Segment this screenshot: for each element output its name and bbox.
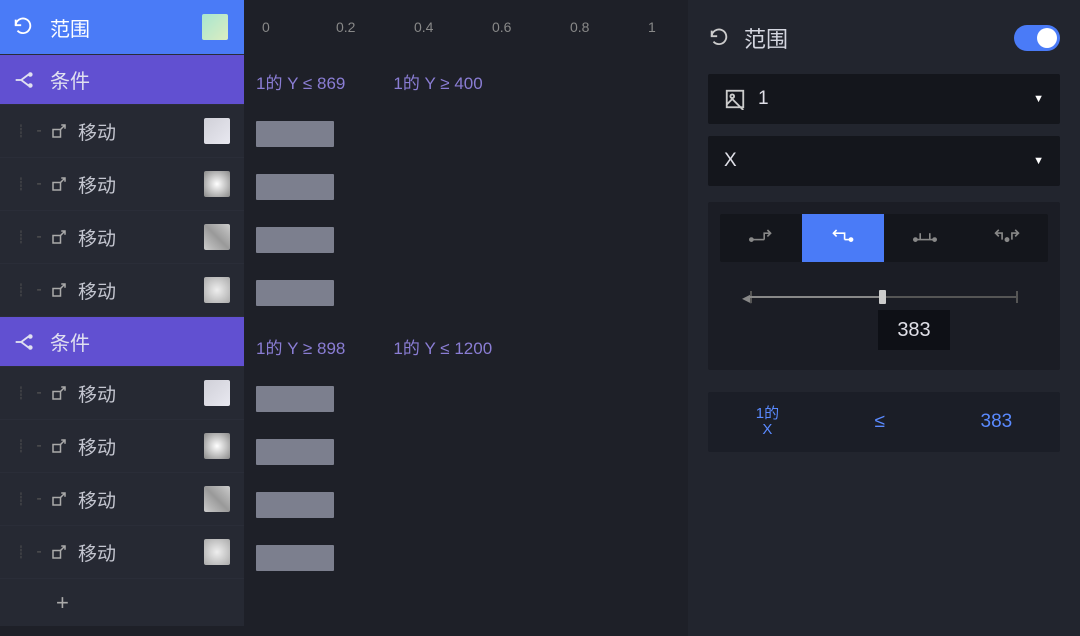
timeline-panel: 0 0.2 0.4 0.6 0.8 1 1的 Y ≤ 869 1的 Y ≥ 40… bbox=[244, 0, 688, 636]
move-label: 移动 bbox=[78, 277, 116, 304]
move-icon bbox=[50, 384, 68, 402]
tick: 1 bbox=[648, 19, 656, 35]
timeline-row[interactable] bbox=[244, 213, 688, 266]
timeline-bar[interactable] bbox=[256, 439, 334, 465]
tick: 0.4 bbox=[414, 19, 433, 35]
expr: 1的 Y ≤ 1200 bbox=[393, 334, 492, 359]
move-icon bbox=[50, 543, 68, 561]
timeline-row[interactable] bbox=[244, 425, 688, 478]
move-row[interactable]: ┊-移动 bbox=[0, 366, 244, 419]
timeline-row[interactable] bbox=[244, 266, 688, 319]
move-label: 移动 bbox=[78, 118, 116, 145]
chevron-down-icon: ▼ bbox=[1033, 93, 1044, 105]
range-label: 范围 bbox=[50, 13, 90, 42]
move-thumb bbox=[204, 433, 230, 459]
readout-term: 1的 X bbox=[756, 406, 779, 439]
tick: 0.2 bbox=[336, 19, 355, 35]
move-icon bbox=[50, 437, 68, 455]
axis-select[interactable]: X ▼ bbox=[708, 136, 1060, 186]
plus-icon: + bbox=[56, 590, 69, 616]
properties-panel: 范围 1 ▼ X ▼ bbox=[688, 0, 1080, 636]
timeline-bar[interactable] bbox=[256, 492, 334, 518]
condition-expression: 1的 Y ≤ 869 1的 Y ≥ 400 bbox=[244, 54, 688, 107]
move-icon bbox=[50, 228, 68, 246]
direction-tabs bbox=[720, 214, 1048, 262]
condition-header[interactable]: 条件 bbox=[0, 316, 244, 366]
tree-panel: 范围 条件 ┊-移动 ┊-移动 ┊-移动 ┊-移动 条件 ┊-移动 ┊-移动 ┊… bbox=[0, 0, 244, 636]
timeline-row[interactable] bbox=[244, 531, 688, 584]
tab-both[interactable] bbox=[884, 214, 966, 262]
expression-readout: 1的 X ≤ 383 bbox=[708, 392, 1060, 452]
range-icon bbox=[708, 27, 730, 49]
tick: 0.8 bbox=[570, 19, 589, 35]
move-icon bbox=[50, 490, 68, 508]
direction-section: ◀ 383 bbox=[708, 202, 1060, 370]
expr: 1的 Y ≥ 898 bbox=[256, 334, 345, 359]
condition-expression: 1的 Y ≥ 898 1的 Y ≤ 1200 bbox=[244, 319, 688, 372]
tab-forward[interactable] bbox=[720, 214, 802, 262]
move-row[interactable]: ┊-移动 bbox=[0, 263, 244, 316]
move-row[interactable]: ┊-移动 bbox=[0, 104, 244, 157]
timeline-bar[interactable] bbox=[256, 121, 334, 147]
expr: 1的 Y ≤ 869 bbox=[256, 69, 345, 94]
timeline-bar[interactable] bbox=[256, 545, 334, 571]
move-label: 移动 bbox=[78, 171, 116, 198]
slider-handle[interactable] bbox=[879, 290, 886, 304]
branch-icon bbox=[12, 69, 34, 91]
slider-value[interactable]: 383 bbox=[878, 310, 950, 350]
image-icon bbox=[724, 88, 746, 110]
move-thumb bbox=[204, 224, 230, 250]
threshold-slider[interactable]: ◀ 383 bbox=[720, 286, 1048, 358]
move-thumb bbox=[204, 277, 230, 303]
move-row[interactable]: ┊-移动 bbox=[0, 472, 244, 525]
target-select[interactable]: 1 ▼ bbox=[708, 74, 1060, 124]
timeline-row[interactable] bbox=[244, 372, 688, 425]
tick: 0 bbox=[262, 19, 270, 35]
timeline-row[interactable] bbox=[244, 160, 688, 213]
tick: 0.6 bbox=[492, 19, 511, 35]
move-thumb bbox=[204, 380, 230, 406]
move-label: 移动 bbox=[78, 539, 116, 566]
move-icon bbox=[50, 122, 68, 140]
tab-backward[interactable] bbox=[802, 214, 884, 262]
readout-operator: ≤ bbox=[875, 411, 885, 433]
timeline-row[interactable] bbox=[244, 478, 688, 531]
move-thumb bbox=[204, 486, 230, 512]
move-thumb bbox=[204, 539, 230, 565]
expr: 1的 Y ≥ 400 bbox=[393, 69, 482, 94]
range-thumb bbox=[202, 14, 228, 40]
timeline-bar[interactable] bbox=[256, 174, 334, 200]
move-row[interactable]: ┊-移动 bbox=[0, 525, 244, 578]
timeline-bar[interactable] bbox=[256, 227, 334, 253]
move-row[interactable]: ┊-移动 bbox=[0, 157, 244, 210]
move-icon bbox=[50, 281, 68, 299]
condition-label: 条件 bbox=[50, 65, 90, 94]
move-thumb bbox=[204, 171, 230, 197]
condition-header[interactable]: 条件 bbox=[0, 54, 244, 104]
condition-label: 条件 bbox=[50, 327, 90, 356]
range-icon bbox=[12, 16, 34, 38]
timeline-ruler[interactable]: 0 0.2 0.4 0.6 0.8 1 bbox=[244, 0, 688, 54]
chevron-down-icon: ▼ bbox=[1033, 155, 1044, 167]
move-thumb bbox=[204, 118, 230, 144]
move-icon bbox=[50, 175, 68, 193]
move-row[interactable]: ┊-移动 bbox=[0, 419, 244, 472]
move-label: 移动 bbox=[78, 224, 116, 251]
select-value: 1 bbox=[758, 88, 769, 110]
tab-bidirectional[interactable] bbox=[966, 214, 1048, 262]
timeline-row[interactable] bbox=[244, 107, 688, 160]
branch-icon bbox=[12, 331, 34, 353]
move-label: 移动 bbox=[78, 486, 116, 513]
enable-toggle[interactable] bbox=[1014, 25, 1060, 51]
select-value: X bbox=[724, 150, 737, 172]
move-label: 移动 bbox=[78, 380, 116, 407]
move-row[interactable]: ┊-移动 bbox=[0, 210, 244, 263]
readout-value: 383 bbox=[981, 411, 1013, 433]
add-button[interactable]: + bbox=[0, 578, 244, 626]
timeline-bar[interactable] bbox=[256, 280, 334, 306]
panel-title: 范围 bbox=[744, 22, 788, 54]
move-label: 移动 bbox=[78, 433, 116, 460]
timeline-bar[interactable] bbox=[256, 386, 334, 412]
range-header[interactable]: 范围 bbox=[0, 0, 244, 54]
